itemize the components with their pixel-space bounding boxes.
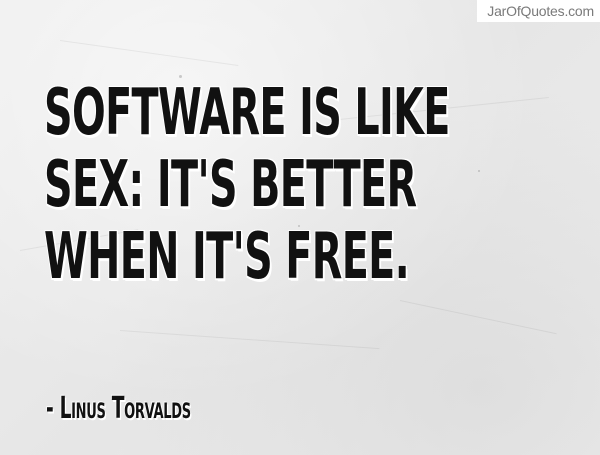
quote-line: sex: it's better: [44, 148, 417, 222]
paper-fiber: [399, 300, 557, 335]
quote-block: Software is like sex: it's better when i…: [44, 76, 564, 298]
paper-fiber: [59, 40, 239, 67]
quote-author: - Linus Torvalds: [46, 391, 191, 426]
paper-fiber: [119, 330, 380, 350]
quote-line: Software is like: [44, 76, 450, 150]
quote-line: when it's free.: [44, 220, 410, 294]
watermark-link[interactable]: JarOfQuotes.com: [477, 0, 600, 22]
